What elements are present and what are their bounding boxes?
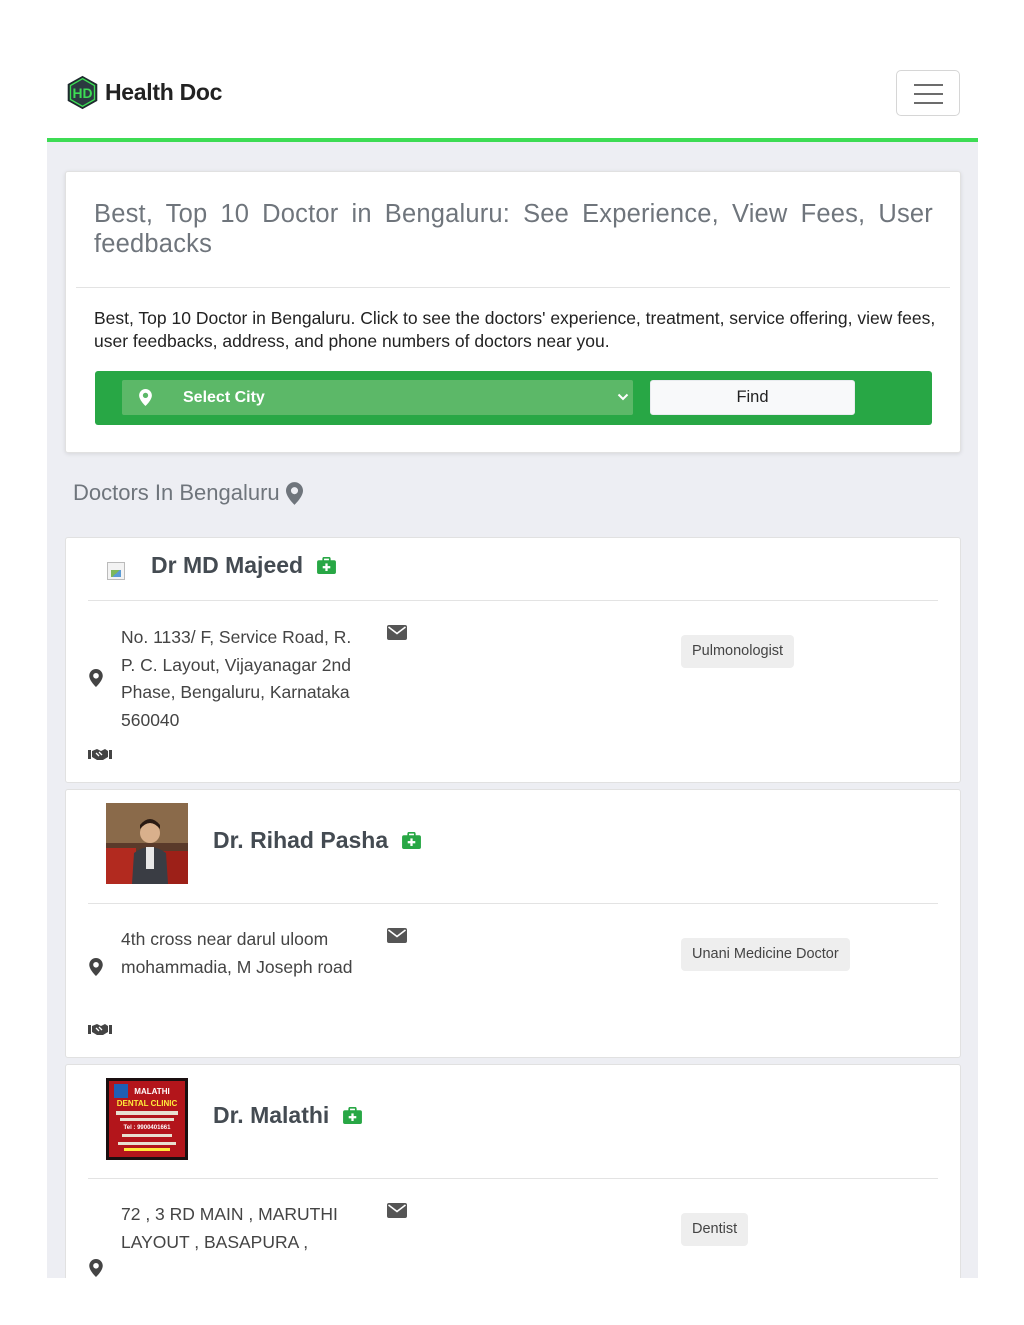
navbar: HD Health Doc xyxy=(47,0,978,142)
svg-text:Tel : 9900401661: Tel : 9900401661 xyxy=(124,1125,172,1131)
hero-card: Best, Top 10 Doctor in Bengaluru: See Ex… xyxy=(65,171,961,453)
card-divider xyxy=(88,903,938,904)
card-divider xyxy=(88,1178,938,1179)
menu-toggle-button[interactable] xyxy=(896,70,960,116)
envelope-icon[interactable] xyxy=(387,928,407,943)
doctor-name-link[interactable]: Dr MD Majeed xyxy=(151,552,337,579)
map-pin-icon xyxy=(89,669,103,687)
envelope-icon[interactable] xyxy=(387,625,407,640)
svg-text:DENTAL CLINIC: DENTAL CLINIC xyxy=(117,1099,178,1108)
doctor-address: No. 1133/ F, Service Road, R. P. C. Layo… xyxy=(121,627,352,730)
city-select-value: Select City xyxy=(183,389,265,406)
svg-text:HD: HD xyxy=(72,85,92,101)
doctor-photo-broken xyxy=(107,562,125,580)
find-button[interactable]: Find xyxy=(650,380,855,415)
hamburger-icon-line xyxy=(914,84,943,86)
hamburger-icon-line xyxy=(914,93,943,95)
doctor-photo xyxy=(106,803,188,884)
card-divider xyxy=(88,600,938,601)
doctor-photo: MALATHI DENTAL CLINIC Tel : 9900401661 xyxy=(106,1078,188,1160)
specialty-badge: Dentist xyxy=(681,1213,749,1246)
doctor-name: Dr. Rihad Pasha xyxy=(213,827,389,853)
handshake-icon xyxy=(88,1024,112,1035)
city-select[interactable]: Select City xyxy=(122,380,633,415)
doctor-address: 72 , 3 RD MAIN , MARUTHI LAYOUT , BASAPU… xyxy=(121,1204,338,1252)
hamburger-icon-line xyxy=(914,102,943,104)
specialty-badge: Pulmonologist xyxy=(681,635,795,668)
page-description: Best, Top 10 Doctor in Bengaluru. Click … xyxy=(94,308,936,351)
doctor-name: Dr. Malathi xyxy=(213,1102,330,1128)
specialty-badge: Unani Medicine Doctor xyxy=(681,938,850,971)
health-doc-logo: HD xyxy=(67,75,98,110)
brand-name: Health Doc xyxy=(105,79,223,105)
section-title: Doctors In Bengaluru xyxy=(73,480,303,506)
doctor-card: Dr. Rihad Pasha 4th cross near darul ulo… xyxy=(65,789,961,1058)
brand-link[interactable]: HD Health Doc xyxy=(64,74,222,111)
medical-bag-icon xyxy=(317,557,337,574)
hero-divider xyxy=(76,287,950,288)
city-search-bar: Select City Find xyxy=(95,371,932,425)
map-pin-icon xyxy=(139,389,152,406)
page-title: Best, Top 10 Doctor in Bengaluru: See Ex… xyxy=(94,200,933,258)
chevron-down-icon xyxy=(617,393,629,401)
doctor-name-link[interactable]: Dr. Rihad Pasha xyxy=(213,827,422,854)
doctor-address: 4th cross near darul uloom mohammadia, M… xyxy=(121,929,353,977)
section-title-text: Doctors In Bengaluru xyxy=(73,480,280,505)
map-pin-icon xyxy=(89,1259,103,1277)
doctor-card: MALATHI DENTAL CLINIC Tel : 9900401661 D… xyxy=(65,1064,961,1278)
svg-text:MALATHI: MALATHI xyxy=(134,1087,169,1096)
medical-bag-icon xyxy=(343,1107,363,1124)
handshake-icon xyxy=(88,749,112,760)
envelope-icon[interactable] xyxy=(387,1203,407,1218)
medical-bag-icon xyxy=(402,832,422,849)
page: HD Health Doc Best, Top 10 Doctor in Ben… xyxy=(47,0,978,1278)
doctor-name-link[interactable]: Dr. Malathi xyxy=(213,1102,363,1129)
map-pin-icon xyxy=(89,958,103,976)
map-pin-icon xyxy=(285,481,303,505)
doctor-card: Dr MD Majeed No. 1133/ F, Service Road, … xyxy=(65,537,961,783)
doctor-name: Dr MD Majeed xyxy=(151,552,304,578)
